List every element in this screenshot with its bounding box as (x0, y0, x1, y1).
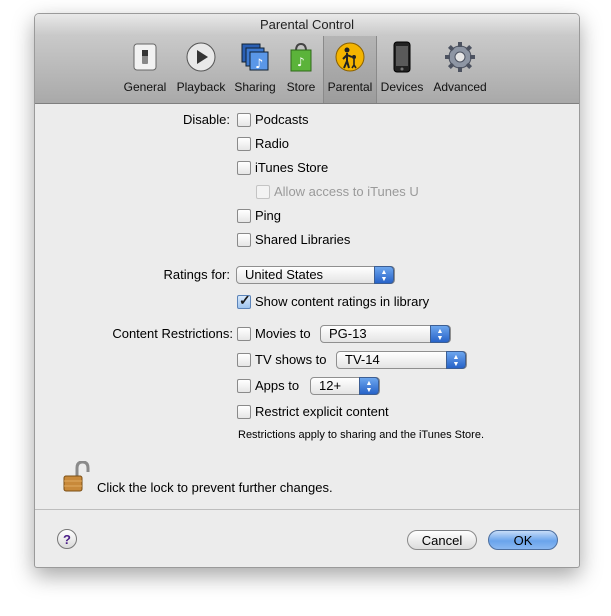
padlock-open-icon[interactable] (63, 461, 91, 493)
apps-rating-popup[interactable]: 12+ ▲ ▼ (310, 377, 380, 395)
checkmark-icon: ✓ (239, 292, 251, 308)
tab-sharing[interactable]: ♪ Sharing (231, 36, 279, 103)
popup-arrows-icon: ▲ ▼ (359, 377, 379, 395)
disable-label: Disable: (183, 112, 230, 127)
ok-button[interactable]: OK (488, 530, 558, 550)
radio-label: Radio (255, 136, 289, 151)
itunes-u-label: Allow access to iTunes U (274, 184, 419, 199)
cancel-button[interactable]: Cancel (407, 530, 477, 550)
playback-icon (186, 42, 216, 72)
advanced-gear-icon (445, 42, 475, 72)
tab-general[interactable]: General (121, 36, 169, 103)
tv-shows-label: TV shows to (255, 352, 327, 367)
svg-text:♪: ♪ (255, 57, 263, 72)
svg-text:♪: ♪ (297, 55, 305, 69)
content-restrictions-label: Content Restrictions: (112, 326, 233, 341)
tab-playback[interactable]: Playback (175, 36, 227, 103)
movies-rating-popup[interactable]: PG-13 ▲ ▼ (320, 325, 451, 343)
show-ratings-label: Show content ratings in library (255, 294, 430, 309)
radio-checkbox[interactable] (237, 137, 251, 151)
popup-arrows-icon: ▲ ▼ (446, 351, 466, 369)
itunes-store-label: iTunes Store (255, 160, 329, 175)
explicit-content-checkbox[interactable] (237, 405, 251, 419)
tv-rating-popup[interactable]: TV-14 ▲ ▼ (336, 351, 467, 369)
movies-rating-value: PG-13 (329, 326, 367, 341)
footer-divider (35, 509, 579, 510)
apps-checkbox[interactable] (237, 379, 251, 393)
ping-label: Ping (255, 208, 282, 223)
explicit-content-label: Restrict explicit content (255, 404, 389, 419)
iphone-device-icon (393, 41, 411, 73)
window-title: Parental Control (35, 14, 579, 36)
general-switch-icon (133, 43, 157, 71)
tab-advanced[interactable]: Advanced (429, 36, 491, 103)
tv-rating-value: TV-14 (345, 352, 380, 367)
apps-label: Apps to (255, 378, 300, 393)
movies-checkbox[interactable] (237, 327, 251, 341)
popup-arrows-icon: ▲ ▼ (430, 325, 450, 343)
podcasts-label: Podcasts (255, 112, 309, 127)
tv-shows-checkbox[interactable] (237, 353, 251, 367)
sharing-icon: ♪ (241, 43, 269, 72)
movies-label: Movies to (255, 326, 311, 341)
podcasts-checkbox[interactable] (237, 113, 251, 127)
tab-devices[interactable]: Devices (379, 36, 425, 103)
shared-libraries-label: Shared Libraries (255, 232, 351, 247)
ping-checkbox[interactable] (237, 209, 251, 223)
apps-rating-value: 12+ (319, 378, 342, 393)
popup-arrows-icon: ▲ ▼ (374, 266, 394, 284)
ratings-country-value: United States (245, 267, 324, 282)
parental-icon (335, 42, 365, 72)
itunes-u-checkbox (256, 185, 270, 199)
ratings-for-label: Ratings for: (163, 267, 230, 282)
itunes-store-checkbox[interactable] (237, 161, 251, 175)
restrictions-note: Restrictions apply to sharing and the iT… (238, 429, 485, 441)
tab-parental[interactable]: Parental (323, 36, 377, 103)
show-ratings-checkbox[interactable]: ✓ (237, 292, 251, 309)
shared-libraries-checkbox[interactable] (237, 233, 251, 247)
preferences-window: Parental Control General Playback ♪ Shar… (34, 13, 580, 568)
preferences-toolbar: General Playback ♪ Sharing ♪ Store Paren… (35, 36, 579, 104)
help-button[interactable]: ? (57, 529, 77, 549)
store-bag-icon: ♪ (290, 42, 312, 72)
ratings-country-popup[interactable]: United States ▲ ▼ (236, 266, 395, 284)
lock-text: Click the lock to prevent further change… (97, 480, 333, 495)
tab-store[interactable]: ♪ Store (283, 36, 319, 103)
